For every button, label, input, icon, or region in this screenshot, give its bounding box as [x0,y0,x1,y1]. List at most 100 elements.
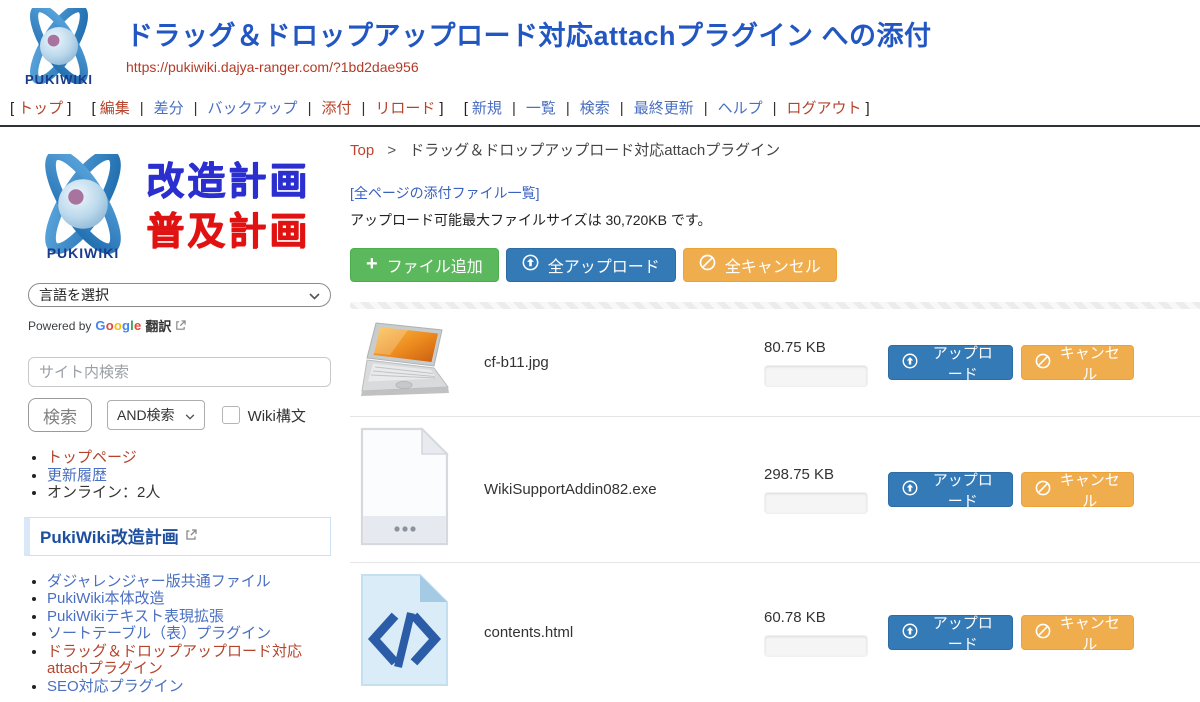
sidebar-item-common-files[interactable]: ダジャレンジャー版共通ファイル [47,573,271,590]
html-code-file-icon [360,573,450,692]
sidebar-section-pukiwiki-kaizo[interactable]: PukiWiki改造計画 [24,517,331,556]
upload-circle-icon [902,623,918,643]
upload-circle-icon [902,353,918,373]
dropzone-striped-divider [350,302,1200,309]
search-mode-select[interactable]: AND検索 [107,400,205,430]
ban-icon [1035,623,1051,643]
upload-label: アップロード [926,469,999,511]
file-row: contents.html 60.78 KB アップロード キャンセル [350,563,1200,702]
list-item: ドラッグ＆ドロップアップロード対応attachプラグイン [47,643,331,678]
file-size: 80.75 KB [764,339,868,356]
upload-button[interactable]: アップロード [888,345,1013,380]
nav-reload[interactable]: リロード [375,100,435,117]
ban-icon [1035,353,1051,373]
list-item: トップページ [47,449,331,467]
cancel-button[interactable]: キャンセル [1021,472,1134,507]
cancel-label: キャンセル [1059,612,1120,654]
nav-diff[interactable]: 差分 [154,100,184,117]
nav-edit[interactable]: 編集 [100,100,130,117]
laptop-photo-thumbnail [360,319,454,406]
all-pages-attachment-list-link[interactable]: [全ページの添付ファイル一覧] [350,183,540,203]
nav-top[interactable]: トップ [18,100,63,117]
file-row: WikiSupportAddin082.exe 298.75 KB アップロード… [350,417,1200,563]
upload-button[interactable]: アップロード [888,472,1013,507]
file-size: 298.75 KB [764,466,868,483]
breadcrumb-home[interactable]: Top [350,142,374,159]
nav-list[interactable]: 一覧 [526,100,556,117]
translate-link[interactable]: 翻訳 [145,316,171,335]
nav-help[interactable]: ヘルプ [718,100,763,117]
nav-group-page: [編集|差分|バックアップ|添付|リロード] [92,100,444,117]
sidebar-item-sort-table[interactable]: ソートテーブル（表）プラグイン [47,625,271,642]
nav-separator: | [140,100,144,117]
nav-group-site: [新規|一覧|検索|最終更新|ヘルプ|ログアウト] [464,100,870,117]
pukiwiki-logo[interactable]: PUKIWIKI [10,8,108,87]
bracket: ] [439,100,443,117]
logo-brand-text: PUKIWIKI [10,72,108,87]
file-size: 60.78 KB [764,609,868,626]
atom-icon: PUKIWIKI [22,154,144,261]
external-link-icon [185,529,197,541]
sidebar-item-seo-plugin[interactable]: SEO対応プラグイン [47,678,184,695]
upload-all-label: 全アップロード [548,253,660,277]
nav-separator: | [194,100,198,117]
wiki-syntax-label: Wiki構文 [248,405,306,426]
list-item: ダジャレンジャー版共通ファイル [47,573,331,591]
main-content: Top > ドラッグ＆ドロップアップロード対応attachプラグイン [全ページ… [345,127,1200,702]
cancel-all-label: 全キャンセル [725,253,821,277]
language-select-value: 言語を選択 [39,285,109,305]
wiki-syntax-checkbox[interactable] [222,406,240,424]
page-url-link[interactable]: https://pukiwiki.dajya-ranger.com/?1bd2d… [126,59,419,75]
sidebar-item-core-mod[interactable]: PukiWiki本体改造 [47,590,165,607]
language-select[interactable]: 言語を選択 [28,283,331,307]
upload-circle-icon [522,254,539,276]
nav-new[interactable]: 新規 [472,100,502,117]
ban-icon [1035,480,1051,500]
nav-group-top: [トップ] [10,100,71,117]
chevron-down-icon [309,287,320,303]
list-item: ソートテーブル（表）プラグイン [47,625,331,643]
sidebar-item-top-page[interactable]: トップページ [47,449,137,466]
list-item: SEO対応プラグイン [47,678,331,696]
nav-attach[interactable]: 添付 [321,100,351,117]
upload-all-button[interactable]: 全アップロード [506,248,676,282]
upload-label: アップロード [926,612,999,654]
list-item: オンライン：2人 [47,484,331,502]
cancel-label: キャンセル [1059,342,1120,384]
upload-button[interactable]: アップロード [888,615,1013,650]
breadcrumb-current: ドラッグ＆ドロップアップロード対応attachプラグイン [409,142,780,159]
top-nav: [トップ] [編集|差分|バックアップ|添付|リロード] [新規|一覧|検索|最… [0,94,1200,127]
upload-circle-icon [902,480,918,500]
online-count: オンライン：2人 [47,484,160,501]
site-header: PUKIWIKI ドラッグ＆ドロップアップロード対応attachプラグイン への… [0,0,1200,94]
sidebar-site-logo[interactable]: PUKIWIKI 改造計画 普及計画 [22,143,331,271]
file-name: contents.html [466,624,764,641]
site-search-input[interactable] [28,357,331,387]
add-files-label: ファイル追加 [387,253,483,277]
list-item: 更新履歴 [47,467,331,485]
breadcrumb: Top > ドラッグ＆ドロップアップロード対応attachプラグイン [350,139,1200,160]
sidebar-item-dragdrop-attach[interactable]: ドラッグ＆ドロップアップロード対応attachプラグイン [47,643,302,678]
sidebar-item-text-extension[interactable]: PukiWikiテキスト表現拡張 [47,608,224,625]
nav-recent[interactable]: 最終更新 [634,100,694,117]
cancel-all-button[interactable]: 全キャンセル [683,248,837,282]
bracket: ] [866,100,870,117]
upload-toolbar: + ファイル追加 全アップロード 全キャンセル [350,248,1200,282]
nav-logout[interactable]: ログアウト [787,100,862,117]
upload-progress-bar [764,635,868,657]
slogan-line-2: 普及計画 [146,207,310,257]
file-row: cf-b11.jpg 80.75 KB アップロード キャンセル [350,309,1200,417]
cancel-button[interactable]: キャンセル [1021,615,1134,650]
slogan-line-1: 改造計画 [146,157,310,207]
sidebar-item-update-history[interactable]: 更新履歴 [47,467,107,484]
cancel-label: キャンセル [1059,469,1120,511]
list-item: PukiWikiテキスト表現拡張 [47,608,331,626]
search-button[interactable]: 検索 [28,398,92,432]
max-upload-size-text: アップロード可能最大ファイルサイズは 30,720KB です。 [350,210,1200,230]
nav-search[interactable]: 検索 [580,100,610,117]
plus-icon: + [366,254,378,274]
nav-backup[interactable]: バックアップ [208,100,298,117]
cancel-button[interactable]: キャンセル [1021,345,1134,380]
add-files-button[interactable]: + ファイル追加 [350,248,499,282]
file-name: WikiSupportAddin082.exe [466,481,764,498]
